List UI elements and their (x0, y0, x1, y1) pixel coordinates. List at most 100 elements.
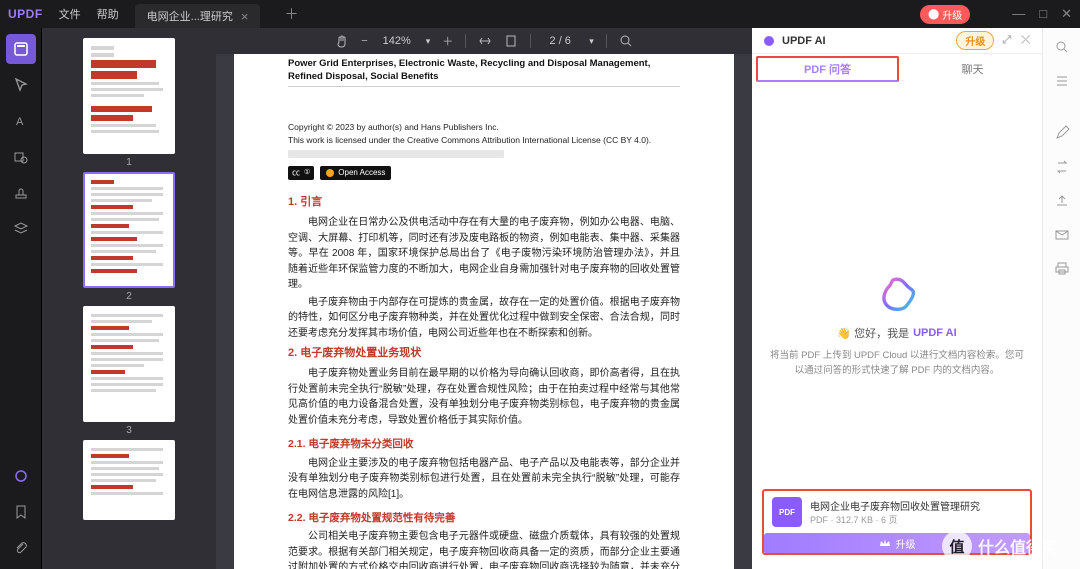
bookmark-tool[interactable] (6, 497, 36, 527)
ai-expand-icon[interactable]: ⤢ (1000, 34, 1013, 47)
thumbnails-panel: 1 2 (42, 28, 216, 569)
viewer-toolbar: − 142% ▾ ＋ 2 / 6 ▾ (216, 28, 752, 54)
rail-print[interactable] (1050, 257, 1074, 281)
fit-width-icon (478, 34, 492, 48)
section-2-title: 2. 电子废弃物处置业务现状 (288, 345, 680, 362)
rail-edit[interactable] (1050, 121, 1074, 145)
crown-icon (879, 537, 891, 549)
ai-file-name: 电网企业电子废弃物回收处置管理研究 (810, 498, 980, 513)
stamp-icon (13, 185, 29, 201)
svg-text:A: A (16, 116, 24, 128)
edit-icon (1054, 125, 1070, 141)
tab-add-button[interactable]: ＋ (276, 4, 306, 24)
theme-tool[interactable] (6, 461, 36, 491)
file-pdf-icon: PDF (772, 497, 802, 527)
thumb-4[interactable] (52, 440, 206, 520)
shapes-tool[interactable] (6, 142, 36, 172)
rail-convert[interactable] (1050, 155, 1074, 179)
thumb-num-1: 1 (126, 157, 132, 168)
section-2-2-title: 2.2. 电子废弃物处置规范性有待完善 (288, 510, 680, 526)
cursor-icon (13, 77, 29, 93)
minimize-button[interactable]: — (1012, 6, 1025, 22)
fit-page[interactable] (504, 34, 518, 48)
copyright-line: Copyright © 2023 by author(s) and Hans P… (288, 121, 680, 134)
ai-panel: UPDF AI 升级 ⤢ ⤬ PDF 问答 聊天 👋 您好，我是 UPDF AI (752, 28, 1042, 569)
document-tab[interactable]: 电网企业...理研究 × (135, 4, 261, 28)
page-header: Power Grid Enterprises, Electronic Waste… (288, 58, 680, 84)
rail-mail[interactable] (1050, 223, 1074, 247)
license-url-placeholder (288, 150, 504, 158)
document-tab-title: 电网企业...理研究 (147, 8, 233, 24)
thumb-3[interactable]: 3 (52, 306, 206, 436)
menu-icon (1054, 73, 1070, 89)
search-tool[interactable] (619, 34, 633, 48)
hand-tool[interactable] (335, 34, 349, 48)
upgrade-pill[interactable]: ⬤ 升级 (920, 5, 970, 24)
zoom-in[interactable]: ＋ (442, 33, 453, 49)
search-icon (619, 34, 633, 48)
section-1-p2: 电子废弃物由于内部存在可提炼的贵金属，故存在一定的处置价值。根据电子废弃物的特性… (288, 295, 680, 342)
text-icon: A (13, 113, 29, 129)
ai-upload-card: PDF 电网企业电子废弃物回收处置管理研究 PDF · 312.7 KB · 6… (762, 489, 1032, 555)
ai-tab-qa[interactable]: PDF 问答 (756, 56, 899, 82)
right-rail (1042, 28, 1080, 569)
section-2-2-p: 公司相关电子废弃物主要包含电子元器件或硬盘、磁盘介质载体，具有较强的处置规范要求… (288, 529, 680, 569)
page-dropdown[interactable]: ▾ (589, 36, 594, 47)
section-2-p1: 电子废弃物处置业务目前在最早期的以价格为导向确认回收商，即价高者得，且在执行处置… (288, 366, 680, 428)
mail-icon (1054, 227, 1070, 243)
menu-help[interactable]: 帮助 (97, 6, 119, 22)
rail-menu[interactable] (1050, 69, 1074, 93)
select-tool[interactable] (6, 70, 36, 100)
share-icon (1054, 193, 1070, 209)
page-indicator[interactable]: 2 / 6 (543, 35, 577, 47)
zoom-percent[interactable]: 142% (380, 35, 414, 47)
app-logo: UPDF (8, 7, 43, 21)
ai-upload-button[interactable]: 升级 (764, 533, 1030, 553)
thumbnails-icon (13, 41, 29, 57)
section-2-1-title: 2.1. 电子废弃物未分类回收 (288, 436, 680, 452)
window-controls: — □ ✕ (1012, 6, 1072, 22)
rail-share[interactable] (1050, 189, 1074, 213)
pdf-page: Power Grid Enterprises, Electronic Waste… (234, 54, 734, 569)
search-icon (1054, 39, 1070, 55)
maximize-button[interactable]: □ (1039, 6, 1047, 22)
ai-tabs: PDF 问答 聊天 (752, 54, 1042, 84)
bookmark-icon (14, 504, 28, 520)
license-line: This work is licensed under the Creative… (288, 134, 680, 147)
page-scroll[interactable]: Power Grid Enterprises, Electronic Waste… (216, 54, 752, 569)
ai-close-icon[interactable]: ⤬ (1019, 34, 1032, 47)
zoom-dropdown[interactable]: ▾ (426, 36, 431, 47)
shapes-icon (13, 149, 29, 165)
thumb-num-3: 3 (126, 425, 132, 436)
zoom-out[interactable]: − (361, 35, 367, 47)
thumb-2[interactable]: 2 (52, 172, 206, 302)
left-rail: A (0, 28, 42, 569)
more-tool[interactable] (6, 214, 36, 244)
ai-tab-chat[interactable]: 聊天 (903, 54, 1042, 84)
layers-icon (13, 221, 29, 237)
ai-header: UPDF AI 升级 ⤢ ⤬ (752, 28, 1042, 54)
thumb-num-2: 2 (126, 291, 132, 302)
section-1-p1: 电网企业在日常办公及供电活动中存在有大量的电子废弃物，例如办公电器、电脑、空调、… (288, 215, 680, 293)
text-tool[interactable]: A (6, 106, 36, 136)
open-access-badge: Open Access (320, 166, 391, 180)
ai-description: 将当前 PDF 上传到 UPDF Cloud 以进行文档内容检索。您可以通过问答… (770, 349, 1024, 378)
ai-file-meta: PDF · 312.7 KB · 6 页 (810, 513, 980, 526)
menu-file[interactable]: 文件 (59, 6, 81, 22)
ai-upgrade-button[interactable]: 升级 (956, 31, 994, 50)
crown-icon: ⬤ (928, 9, 939, 20)
stamp-tool[interactable] (6, 178, 36, 208)
title-bar: UPDF 文件 帮助 电网企业...理研究 × ＋ ⬤ 升级 — □ ✕ (0, 0, 1080, 28)
fit-width[interactable] (478, 34, 492, 48)
thumbnails-tool[interactable] (6, 34, 36, 64)
fit-page-icon (504, 34, 518, 48)
ai-title: UPDF AI (782, 35, 826, 47)
tab-close-icon[interactable]: × (241, 9, 249, 24)
paperclip-icon (13, 540, 29, 556)
section-2-1-p: 电网企业主要涉及的电子废弃物包括电器产品、电子产品以及电能表等，部分企业并没有单… (288, 456, 680, 503)
rail-search[interactable] (1050, 35, 1074, 59)
thumb-1[interactable]: 1 (52, 38, 206, 168)
attach-tool[interactable] (6, 533, 36, 563)
print-icon (1054, 261, 1070, 277)
close-button[interactable]: ✕ (1061, 6, 1072, 22)
